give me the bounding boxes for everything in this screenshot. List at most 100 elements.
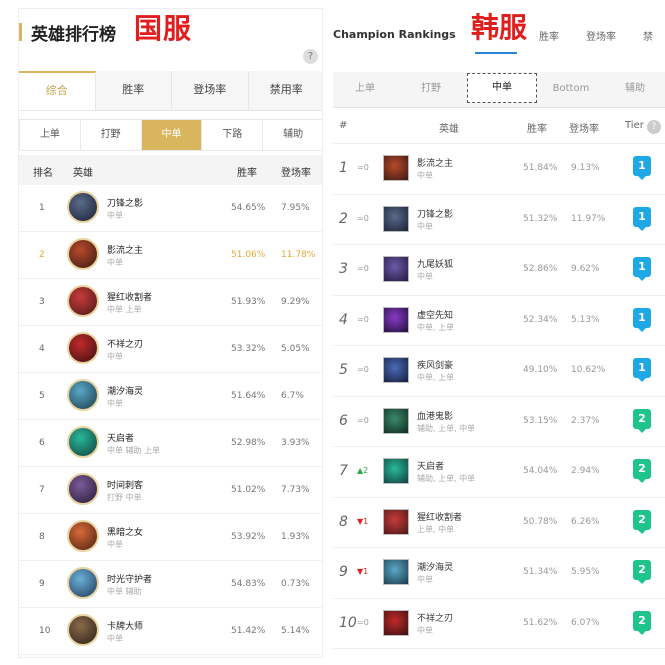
pickrate-value: 9.13% (571, 163, 600, 173)
winrate-value: 51.84% (523, 163, 558, 173)
table-row[interactable]: 9 ▼1 潮汐海灵 中单 51.34% 5.95% 2 (333, 548, 665, 599)
kr-position-support[interactable]: 辅助 (605, 72, 665, 106)
position-mid[interactable]: 中单 (141, 120, 203, 150)
table-row[interactable]: 7 ▲2 天启者 辅助, 上单, 中单 54.04% 2.94% 2 (333, 447, 665, 498)
champion-name[interactable]: 猩红收割者 (107, 290, 152, 303)
champion-name[interactable]: 潮汐海灵 (417, 560, 453, 573)
pickrate-value: 5.95% (571, 567, 600, 577)
tab-overall[interactable]: 综合 (19, 71, 96, 110)
champion-name[interactable]: 疾风剑豪 (417, 358, 453, 371)
position-bottom[interactable]: 下路 (202, 120, 264, 150)
champion-role: 中单 (417, 272, 433, 281)
tier-badge: 2 (633, 509, 651, 534)
position-jungle[interactable]: 打野 (81, 120, 142, 150)
table-row[interactable]: 1 =0 影流之主 中单 51.84% 9.13% 1 (333, 144, 665, 195)
champion-avatar (383, 155, 409, 181)
kr-tab-pickrate[interactable]: 登场率 (586, 28, 616, 43)
tier-badge: 2 (633, 408, 651, 433)
position-top[interactable]: 上单 (20, 120, 81, 150)
kr-col-pickrate: 登场率 (569, 124, 599, 135)
rank-change: =0 (357, 264, 369, 273)
winrate-value: 54.65% (231, 203, 266, 213)
tab-banrate[interactable]: 禁用率 (249, 71, 323, 110)
tab-pickrate[interactable]: 登场率 (172, 71, 249, 110)
champion-role: 中单 (107, 540, 123, 549)
kr-position-bottom[interactable]: Bottom (539, 72, 603, 106)
table-row[interactable]: 5 =0 疾风剑豪 中单, 上单 49.10% 10.62% 1 (333, 346, 665, 397)
winrate-value: 50.78% (523, 516, 558, 527)
pickrate-value: 9.62% (571, 264, 600, 274)
table-row[interactable]: 8 ▼1 猩红收割者 上单, 中单 50.78% 6.26% 2 (333, 498, 665, 548)
kr-col-hero: 英雄 (439, 124, 459, 135)
table-row[interactable]: 1 刀锋之影 中单 54.65% 7.95% (19, 185, 322, 232)
champion-name[interactable]: 虚空先知 (417, 308, 453, 321)
col-rank: 排名 (33, 168, 53, 179)
table-row[interactable]: 6 =0 血港鬼影 辅助, 上单, 中单 53.15% 2.37% 2 (333, 397, 665, 447)
champion-role: 上单, 中单 (417, 524, 455, 534)
champion-name[interactable]: 天启者 (107, 431, 134, 444)
champion-role: 辅助, 上单, 中单 (417, 474, 476, 483)
table-row[interactable]: 3 =0 九尾妖狐 中单 52.86% 9.62% 1 (333, 245, 665, 296)
table-row[interactable]: 7 时间刺客 打野 中单 51.02% 7.73% (19, 467, 322, 514)
pickrate-value: 6.07% (571, 617, 600, 628)
rank-number: 1 (339, 160, 348, 176)
champion-name[interactable]: 不祥之刃 (417, 611, 453, 624)
table-row[interactable]: 10 =0 不祥之刃 中单 51.62% 6.07% 2 (333, 599, 665, 649)
position-support[interactable]: 辅助 (263, 120, 322, 150)
tab-winrate[interactable]: 胜率 (96, 71, 172, 110)
table-row[interactable]: 4 不祥之刃 中单 53.32% 5.05% (19, 326, 322, 373)
kr-tab-ban[interactable]: 禁 (643, 28, 653, 43)
active-tab-underline (475, 52, 517, 54)
tier-badge: 1 (633, 257, 651, 281)
table-row[interactable]: 5 潮汐海灵 中单 51.64% 6.7% (19, 373, 322, 420)
table-row[interactable]: 10 卡牌大师 中单 51.42% 5.14% (19, 608, 322, 655)
page-title: 英雄排行榜 (31, 25, 116, 45)
champion-avatar (383, 306, 409, 333)
champion-name[interactable]: 潮汐海灵 (107, 384, 143, 397)
pickrate-value: 7.73% (281, 485, 310, 495)
kr-tab-winrate[interactable]: 胜率 (539, 28, 559, 43)
champion-name[interactable]: 刀锋之影 (417, 207, 453, 220)
pickrate-value: 0.73% (281, 579, 310, 589)
champion-name[interactable]: 九尾妖狐 (417, 257, 453, 270)
champion-name[interactable]: 血港鬼影 (417, 409, 453, 422)
rank-change: =0 (357, 213, 369, 223)
champion-name[interactable]: 猩红收割者 (417, 510, 462, 523)
pickrate-value: 11.78% (281, 250, 316, 260)
rank-number: 10 (39, 626, 51, 636)
kr-position-jungle[interactable]: 打野 (397, 72, 465, 106)
champion-name[interactable]: 卡牌大师 (107, 619, 143, 632)
col-hero: 英雄 (73, 168, 93, 179)
champion-name[interactable]: 黑暗之女 (107, 525, 143, 538)
table-row[interactable]: 3 猩红收割者 中单 上单 51.93% 9.29% (19, 279, 322, 326)
winrate-value: 52.98% (231, 438, 266, 448)
table-row[interactable]: 8 黑暗之女 中单 53.92% 1.93% (19, 514, 322, 561)
table-row[interactable]: 4 =0 虚空先知 中单, 上单 52.34% 5.13% 1 (333, 296, 665, 346)
champion-avatar (67, 379, 99, 411)
champion-avatar (383, 357, 409, 383)
champion-role: 打野 中单 (107, 493, 142, 502)
rank-number: 5 (39, 391, 45, 401)
champion-role: 中单 辅助 (107, 587, 142, 596)
champion-name[interactable]: 影流之主 (107, 243, 143, 256)
table-row[interactable]: 2 影流之主 中单 51.06% 11.78% (19, 232, 322, 279)
champion-role: 中单 (107, 634, 123, 643)
champion-name[interactable]: 刀锋之影 (107, 196, 143, 209)
col-winrate: 胜率 (237, 168, 257, 179)
table-row[interactable]: 6 天启者 中单 辅助 上单 52.98% 3.93% (19, 420, 322, 467)
champion-name[interactable]: 天启者 (417, 459, 444, 472)
champion-avatar (383, 559, 409, 585)
kr-position-top[interactable]: 上单 (333, 72, 397, 106)
champion-name[interactable]: 时间刺客 (107, 478, 143, 491)
kr-position-mid[interactable]: 中单 (467, 73, 537, 103)
table-row[interactable]: 9 时光守护者 中单 辅助 54.83% 0.73% (19, 561, 322, 608)
champion-name[interactable]: 影流之主 (417, 156, 453, 169)
pickrate-value: 2.37% (571, 415, 600, 426)
rank-number: 8 (39, 532, 45, 542)
help-icon[interactable]: ? (303, 49, 318, 64)
pickrate-value: 3.93% (281, 438, 310, 448)
table-row[interactable]: 2 =0 刀锋之影 中单 51.32% 11.97% 1 (333, 195, 665, 245)
tier-help-icon[interactable]: ? (647, 120, 661, 134)
champion-name[interactable]: 时光守护者 (107, 572, 152, 585)
champion-name[interactable]: 不祥之刃 (107, 337, 143, 350)
